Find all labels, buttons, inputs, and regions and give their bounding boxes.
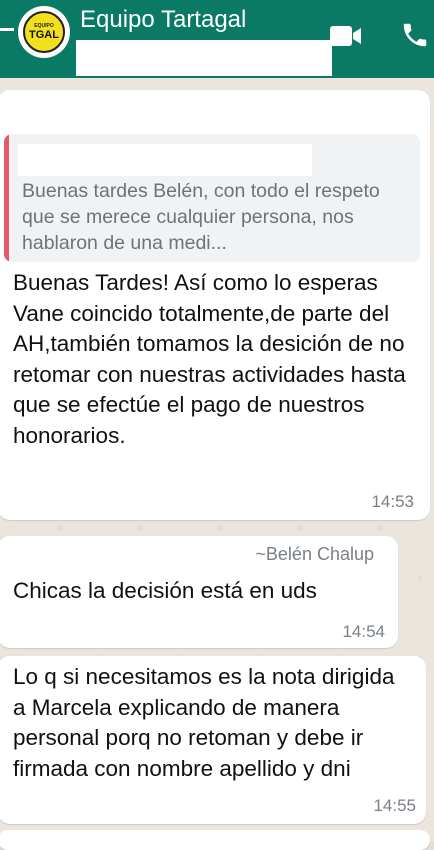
back-arrow-icon[interactable] [0,28,14,31]
message-text: Buenas Tardes! Así como lo esperas Vane … [13,270,406,448]
redacted-participants [76,40,332,76]
chat-header: EQUIPO TGAL Equipo Tartagal [0,0,434,78]
message-bubble[interactable]: Lo q si necesitamos es la nota dirigida … [0,656,426,824]
redacted-quote-sender [18,144,312,176]
message-bubble[interactable]: ~Belén Chalup Chicas la decisión está en… [0,536,398,648]
logo-line-1: EQUIPO [34,22,54,29]
video-call-icon[interactable] [330,24,364,48]
logo-line-2: TGAL [29,28,59,41]
message-sender[interactable]: ~Belén Chalup [255,544,374,565]
message-bubble[interactable]: Buenas tardes Belén, con todo el respeto… [0,90,430,520]
quoted-message[interactable]: Buenas tardes Belén, con todo el respeto… [4,134,420,262]
message-time: 14:53 [371,492,414,511]
message-time: 14:54 [342,622,385,641]
voice-call-icon[interactable] [400,20,430,50]
quoted-text: Buenas tardes Belén, con todo el respeto… [22,180,380,254]
message-text: Chicas la decisión está en uds [13,578,317,603]
message-text: Lo q si necesitamos es la nota dirigida … [13,664,395,781]
group-logo: EQUIPO TGAL [23,11,65,53]
chat-title[interactable]: Equipo Tartagal [80,6,246,34]
quote-accent-bar [4,134,9,262]
group-avatar[interactable]: EQUIPO TGAL [18,6,70,58]
message-time: 14:55 [373,796,416,815]
message-bubble-partial[interactable] [0,830,430,850]
